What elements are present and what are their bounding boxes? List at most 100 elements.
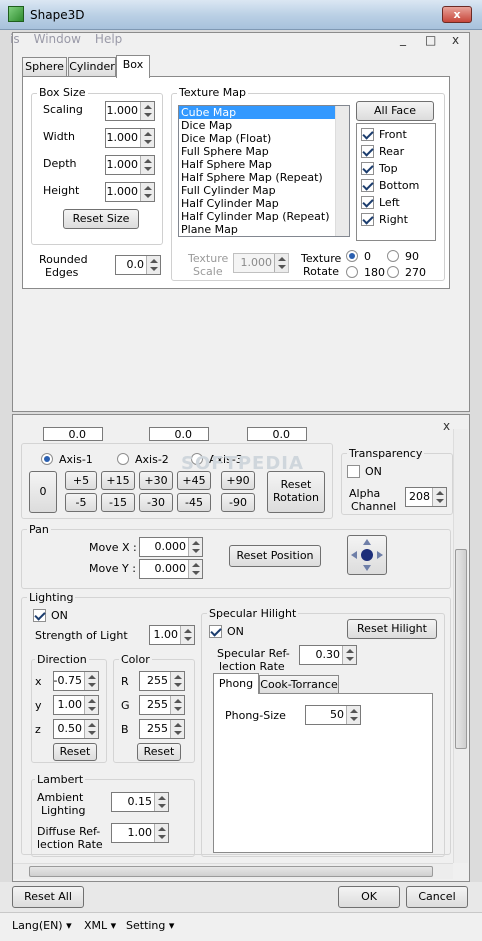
close-icon[interactable]: x xyxy=(452,33,459,47)
list-item[interactable]: Dice Map xyxy=(179,119,349,132)
move-y-spinner[interactable]: 0.000 xyxy=(139,559,203,579)
ambient-spinner[interactable]: 0.15 xyxy=(111,792,169,812)
window-close-button[interactable]: x xyxy=(442,6,472,23)
depth-spinner[interactable]: 1.000 xyxy=(105,155,155,175)
texture-map-list[interactable]: Cube Map Dice Map Dice Map (Float) Full … xyxy=(178,105,350,237)
top-spinner-2[interactable]: 0.0 xyxy=(149,427,209,441)
color-b-spinner[interactable]: 255 xyxy=(139,719,185,739)
list-item[interactable]: Full Sphere Map xyxy=(179,145,349,158)
rotate-0-radio[interactable] xyxy=(346,250,358,262)
bottom-label: Bottom xyxy=(379,179,420,192)
front-checkbox[interactable] xyxy=(361,128,374,141)
plus-30-button[interactable]: +30 xyxy=(139,471,173,490)
menu-item-help[interactable]: Help xyxy=(95,32,122,46)
dir-y-label: y xyxy=(35,699,42,712)
rotate-180-radio[interactable] xyxy=(346,266,358,278)
menu-item-file[interactable]: is xyxy=(10,32,20,46)
ok-button[interactable]: OK xyxy=(338,886,400,908)
transparency-on-checkbox[interactable] xyxy=(347,465,360,478)
horizontal-scrollbar[interactable] xyxy=(13,863,453,879)
minus-45-button[interactable]: -45 xyxy=(177,493,211,512)
all-face-button[interactable]: All Face xyxy=(356,101,434,121)
direction-title: Direction xyxy=(35,653,89,666)
rotate-270-radio[interactable] xyxy=(387,266,399,278)
minus-30-button[interactable]: -30 xyxy=(139,493,173,512)
top-spinner-3[interactable]: 0.0 xyxy=(247,427,307,441)
list-item[interactable]: Half Cylinder Map xyxy=(179,197,349,210)
rotate-90-radio[interactable] xyxy=(387,250,399,262)
reset-position-button[interactable]: Reset Position xyxy=(229,545,321,567)
rear-label: Rear xyxy=(379,145,405,158)
minimize-icon[interactable]: _ xyxy=(400,32,406,46)
status-bar: Lang(EN) ▾ XML ▾ Setting ▾ xyxy=(0,912,482,941)
pan-pad-button[interactable] xyxy=(347,535,387,575)
tab-box[interactable]: Box xyxy=(116,55,150,78)
vertical-scrollbar[interactable] xyxy=(453,429,468,863)
phong-size-spinner[interactable]: 50 xyxy=(305,705,361,725)
tab-phong[interactable]: Phong xyxy=(213,673,259,694)
width-spinner[interactable]: 1.000 xyxy=(105,128,155,148)
reset-size-button[interactable]: Reset Size xyxy=(63,209,139,229)
lighting-on-checkbox[interactable] xyxy=(33,609,46,622)
dir-y-spinner[interactable]: 1.00 xyxy=(53,695,99,715)
reset-all-button[interactable]: Reset All xyxy=(12,886,84,908)
lang-menu[interactable]: Lang(EN) ▾ xyxy=(12,919,72,932)
rotate-0-label: 0 xyxy=(364,250,371,263)
cancel-button[interactable]: Cancel xyxy=(406,886,468,908)
minus-90-button[interactable]: -90 xyxy=(221,493,255,512)
list-item[interactable]: Half Sphere Map xyxy=(179,158,349,171)
rounded-edges-spinner[interactable]: 0.0 xyxy=(115,255,161,275)
axis-1-radio[interactable] xyxy=(41,453,53,465)
rotate-label: Rotate xyxy=(303,265,340,278)
color-r-spinner[interactable]: 255 xyxy=(139,671,185,691)
rotation-zero-button[interactable]: 0 xyxy=(29,471,57,513)
texture-scale-spinner[interactable]: 1.000 xyxy=(233,253,289,273)
strength-spinner[interactable]: 1.00 xyxy=(149,625,195,645)
softpedia-watermark: SOFTPEDIA xyxy=(181,453,304,474)
bottom-checkbox[interactable] xyxy=(361,179,374,192)
xml-menu[interactable]: XML ▾ xyxy=(84,919,116,932)
color-reset-button[interactable]: Reset xyxy=(137,743,181,761)
scroll-thumb[interactable] xyxy=(455,549,467,749)
plus-5-button[interactable]: +5 xyxy=(65,471,97,490)
top-checkbox[interactable] xyxy=(361,162,374,175)
height-spinner[interactable]: 1.000 xyxy=(105,182,155,202)
list-scrollbar[interactable] xyxy=(335,106,349,236)
list-item[interactable]: Full Cylinder Map xyxy=(179,184,349,197)
top-spinner-1[interactable]: 0.0 xyxy=(43,427,103,441)
menu-item-window[interactable]: Window xyxy=(34,32,81,46)
specular-rate-spinner[interactable]: 0.30 xyxy=(299,645,357,665)
diffuse-spinner[interactable]: 1.00 xyxy=(111,823,169,843)
list-item[interactable]: Cube Map xyxy=(179,106,349,119)
maximize-icon[interactable]: □ xyxy=(425,33,436,47)
minus-5-button[interactable]: -5 xyxy=(65,493,97,512)
dir-z-spinner[interactable]: 0.50 xyxy=(53,719,99,739)
close-icon[interactable]: x xyxy=(443,419,450,433)
list-item[interactable]: Dice Map (Float) xyxy=(179,132,349,145)
color-title: Color xyxy=(119,653,152,666)
color-g-spinner[interactable]: 255 xyxy=(139,695,185,715)
plus-15-button[interactable]: +15 xyxy=(101,471,135,490)
dir-x-spinner[interactable]: -0.75 xyxy=(53,671,99,691)
minus-15-button[interactable]: -15 xyxy=(101,493,135,512)
specular-on-checkbox[interactable] xyxy=(209,625,222,638)
tab-sphere[interactable]: Sphere xyxy=(22,57,67,77)
scaling-spinner[interactable]: 1.000 xyxy=(105,101,155,121)
axis-2-radio[interactable] xyxy=(117,453,129,465)
rear-checkbox[interactable] xyxy=(361,145,374,158)
reset-hilight-button[interactable]: Reset Hilight xyxy=(347,619,437,639)
right-checkbox[interactable] xyxy=(361,213,374,226)
move-x-label: Move X : xyxy=(89,541,137,554)
move-x-spinner[interactable]: 0.000 xyxy=(139,537,203,557)
list-item[interactable]: Plane Map xyxy=(179,223,349,236)
left-checkbox[interactable] xyxy=(361,196,374,209)
list-item[interactable]: Half Sphere Map (Repeat) xyxy=(179,171,349,184)
list-item[interactable]: Half Cylinder Map (Repeat) xyxy=(179,210,349,223)
tab-cylinder[interactable]: Cylinder xyxy=(68,57,116,77)
alpha-spinner[interactable]: 208 xyxy=(405,487,447,507)
tab-cook-torrance[interactable]: Cook-Torrance xyxy=(259,675,339,694)
reset-rotation-button[interactable]: Reset Rotation xyxy=(267,471,325,513)
direction-reset-button[interactable]: Reset xyxy=(53,743,97,761)
h-scroll-thumb[interactable] xyxy=(29,866,433,877)
setting-menu[interactable]: Setting ▾ xyxy=(126,919,174,932)
